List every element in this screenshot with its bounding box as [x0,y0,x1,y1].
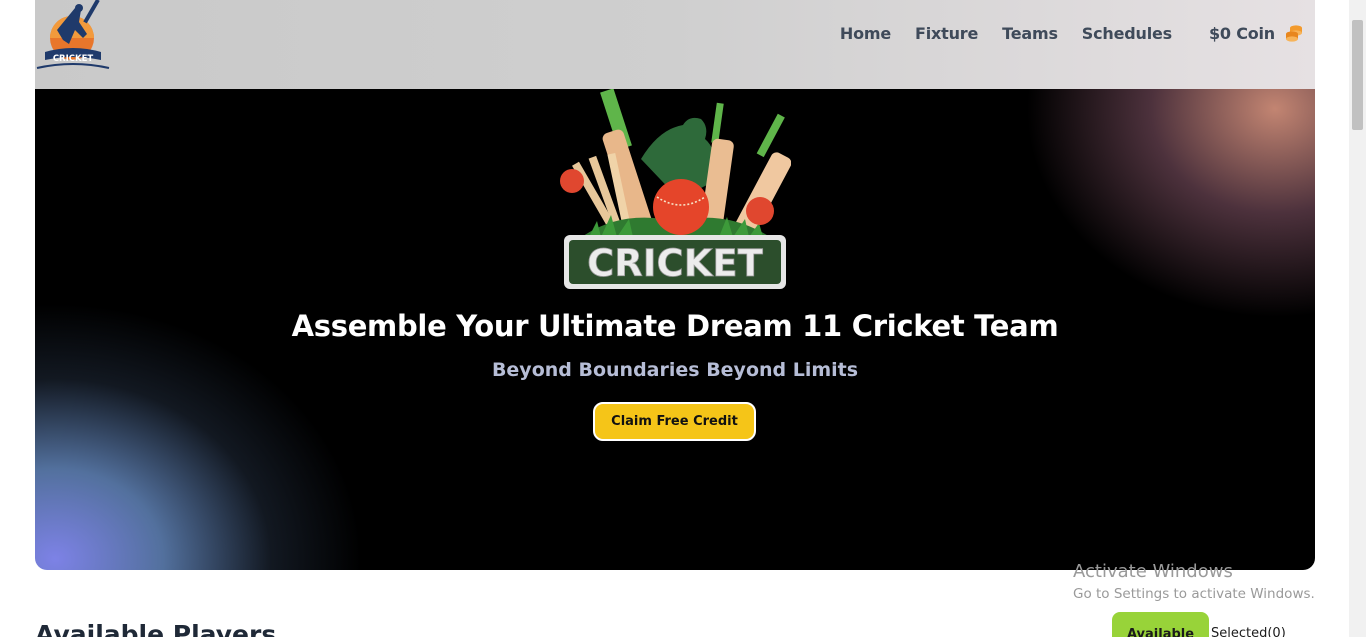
navbar: CRICKET Home Fixture Teams Schedules $0 … [35,0,1315,89]
coin-balance[interactable]: $0 Coin [1209,24,1303,43]
cricket-hero-illustration: CRICKET [560,89,791,289]
coins-icon [1286,25,1302,42]
hero-subtitle: Beyond Boundaries Beyond Limits [491,359,859,381]
nav-fixture[interactable]: Fixture [915,24,978,43]
main-nav: Home Fixture Teams Schedules $0 Coin [816,22,1315,44]
logo-text: CRICKET [53,54,94,64]
nav-teams[interactable]: Teams [1002,24,1058,43]
nav-home[interactable]: Home [840,24,891,43]
available-tab-button[interactable]: Available [1112,612,1209,637]
activate-windows-title: Activate Windows [1073,561,1233,582]
claim-free-credit-button[interactable]: Claim Free Credit [593,402,756,441]
nav-schedules[interactable]: Schedules [1082,24,1172,43]
page-scrollbar[interactable] [1349,0,1366,637]
hero-title: Assemble Your Ultimate Dream 11 Cricket … [291,309,1059,343]
scrollbar-thumb[interactable] [1352,20,1363,130]
page: CRICKET Home Fixture Teams Schedules $0 … [0,0,1366,637]
activate-windows-hint: Go to Settings to activate Windows. [1073,586,1315,602]
selected-tab-button[interactable]: Selected(0) [1211,626,1286,637]
cricket-logo[interactable]: CRICKET [35,0,111,72]
hero-badge-text: CRICKET [587,242,764,285]
available-players-heading: Available Players [35,620,277,637]
hero-banner: CRICKET Assemble Your Ultimate Dream 11 … [35,89,1315,570]
coin-balance-label: $0 Coin [1208,23,1275,43]
